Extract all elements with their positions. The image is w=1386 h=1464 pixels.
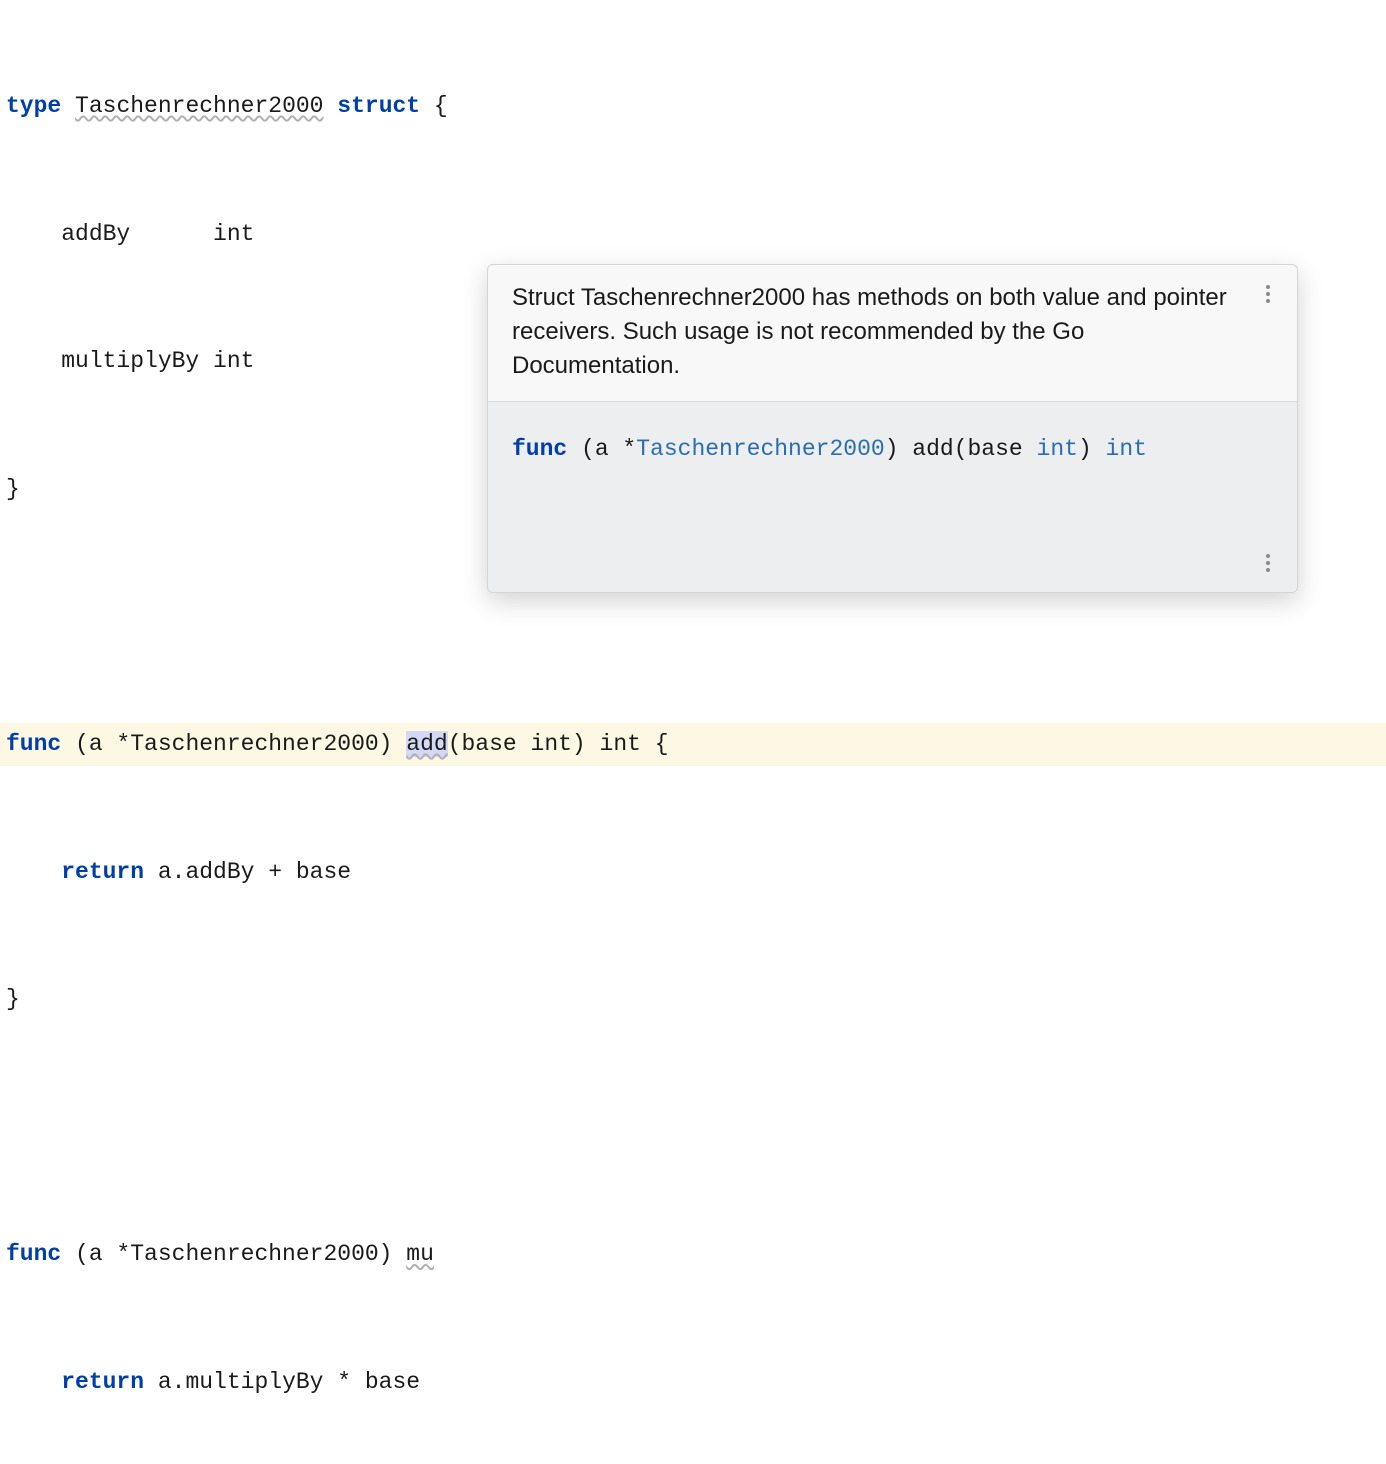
method-name-selected: add: [406, 731, 447, 757]
code-line[interactable]: type Taschenrechner2000 struct {: [0, 85, 1386, 128]
field-addby: addBy int: [6, 213, 254, 256]
code-line[interactable]: return a.addBy + base: [0, 851, 1386, 894]
tooltip-signature-section: func (a *Taschenrechner2000) add(base in…: [488, 402, 1297, 592]
keyword-return: return: [61, 859, 144, 885]
code-line[interactable]: }: [0, 978, 1386, 1021]
code-line[interactable]: return a.multiplyBy * base: [0, 1361, 1386, 1404]
code-line[interactable]: addBy int: [0, 213, 1386, 256]
keyword-func: func: [6, 731, 61, 757]
more-actions-icon[interactable]: [1257, 283, 1279, 305]
inspection-tooltip: Struct Taschenrechner2000 has methods on…: [487, 264, 1298, 593]
code-line-highlighted[interactable]: func (a *Taschenrechner2000) add(base in…: [0, 723, 1386, 766]
code-line[interactable]: [0, 1106, 1386, 1149]
tooltip-message: Struct Taschenrechner2000 has methods on…: [512, 284, 1227, 379]
keyword-type: type: [6, 93, 61, 119]
struct-name: Taschenrechner2000: [75, 93, 323, 119]
code-line[interactable]: [0, 595, 1386, 638]
method-name-partial: mu: [406, 1241, 434, 1267]
signature-text: func (a *Taschenrechner2000) add(base in…: [512, 436, 1147, 462]
field-multiplyby: multiplyBy int: [6, 340, 254, 383]
code-line[interactable]: func (a *Taschenrechner2000) mu: [0, 1233, 1386, 1276]
tooltip-message-section: Struct Taschenrechner2000 has methods on…: [488, 265, 1297, 402]
keyword-return: return: [61, 1369, 144, 1395]
keyword-func: func: [6, 1241, 61, 1267]
more-actions-icon[interactable]: [1257, 552, 1279, 574]
keyword-struct: struct: [337, 93, 420, 119]
code-editor[interactable]: type Taschenrechner2000 struct { addBy i…: [0, 0, 1386, 1464]
